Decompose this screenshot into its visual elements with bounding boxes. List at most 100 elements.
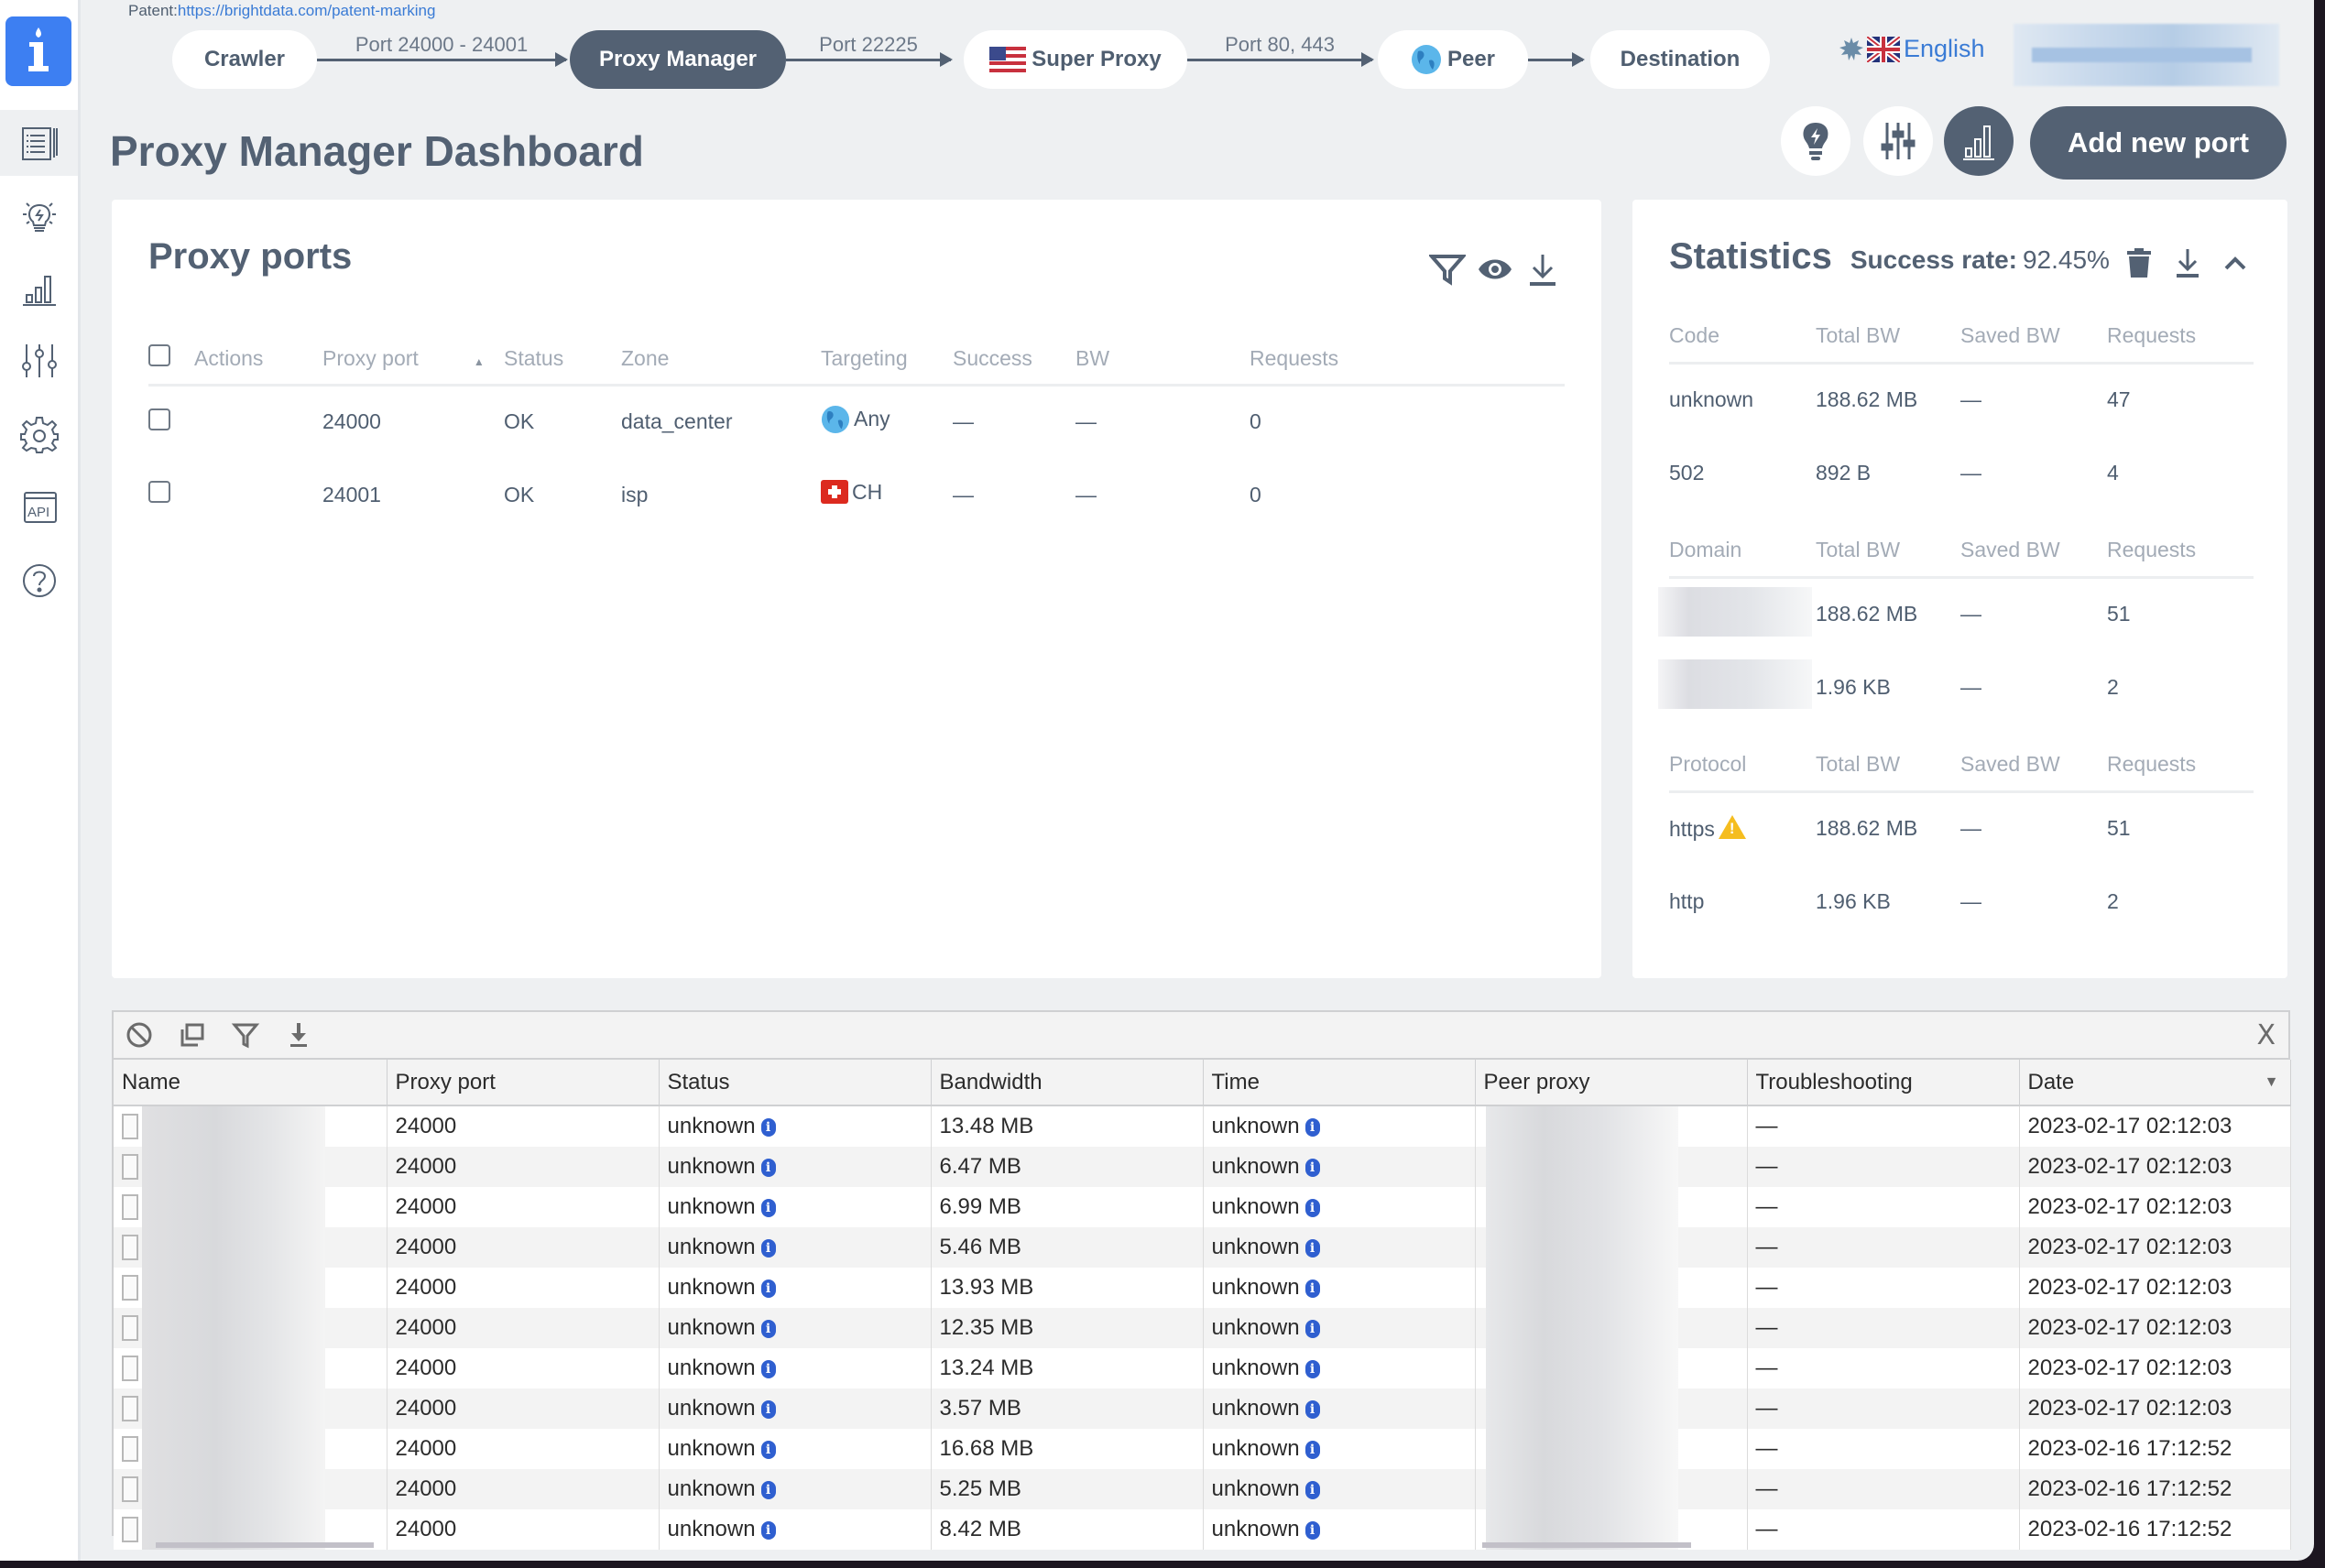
account-info-redacted[interactable]	[2014, 24, 2279, 86]
redacted-peer	[1485, 1469, 1678, 1509]
tips-button[interactable]	[1781, 106, 1850, 176]
cell-requests: 0	[1250, 482, 1261, 506]
redacted-peer	[1485, 1429, 1678, 1469]
info-icon[interactable]: i	[1304, 1199, 1320, 1217]
clear-icon[interactable]	[125, 1020, 154, 1050]
info-icon[interactable]: i	[1304, 1239, 1320, 1258]
info-icon[interactable]: i	[760, 1320, 776, 1338]
table-row[interactable]: 24000 OK data_center Any — — 0	[148, 385, 1565, 458]
table-row[interactable]: 24000 unknown i 5.25 MB unknown i —2023-02-16 …	[114, 1469, 2291, 1509]
row-actions[interactable]	[194, 385, 322, 458]
cell-troubleshooting: —	[1747, 1147, 2020, 1187]
config-button[interactable]	[1863, 106, 1933, 176]
cell-bandwidth: 13.24 MB	[931, 1348, 1204, 1388]
table-row[interactable]: 188.62 MB — 51	[1658, 577, 2254, 650]
table-row[interactable]: 24000 unknown i 13.93 MB unknown i —2023-02-17…	[114, 1268, 2291, 1308]
table-row[interactable]: 24000 unknown i 6.99 MB unknown i —2023-02-17 …	[114, 1187, 2291, 1227]
cell-time: unknown i	[1203, 1268, 1476, 1308]
info-icon[interactable]: i	[760, 1400, 776, 1419]
document-icon	[122, 1235, 138, 1260]
column-header-peer-proxy[interactable]: Peer proxy	[1475, 1060, 1748, 1106]
patent-link[interactable]: https://brightdata.com/patent-marking	[178, 2, 436, 19]
download-icon[interactable]	[1524, 251, 1561, 288]
info-icon[interactable]: i	[1304, 1441, 1320, 1459]
cell-bw: —	[1075, 482, 1097, 506]
trash-icon[interactable]	[2125, 247, 2153, 278]
info-icon[interactable]: i	[1304, 1521, 1320, 1540]
column-header-proxy-port[interactable]: Proxy port	[387, 1060, 660, 1106]
info-icon[interactable]: i	[760, 1481, 776, 1499]
download-icon[interactable]	[284, 1020, 313, 1050]
table-header-row: Code Total BW Saved BW Requests	[1669, 310, 2254, 365]
add-new-port-button[interactable]: Add new port	[2030, 106, 2287, 180]
warning-icon[interactable]	[1718, 815, 1746, 840]
table-row[interactable]: unknown 188.62 MB — 47	[1669, 363, 2254, 436]
info-icon[interactable]: i	[1304, 1159, 1320, 1177]
info-icon[interactable]: i	[1304, 1360, 1320, 1378]
column-header-name[interactable]: Name	[114, 1060, 388, 1106]
info-icon[interactable]: i	[760, 1521, 776, 1540]
table-row[interactable]: 24000 unknown i 13.48 MB unknown i —2023-02-17…	[114, 1105, 2291, 1147]
eye-icon[interactable]	[1477, 251, 1513, 288]
cell-proxy-port: 24000	[387, 1509, 660, 1550]
filter-icon[interactable]	[231, 1020, 260, 1050]
redacted-name	[142, 1469, 325, 1509]
table-row[interactable]: 24001 OK isp CH — — 0	[148, 458, 1565, 531]
column-header-time[interactable]: Time	[1203, 1060, 1476, 1106]
column-header-bandwidth[interactable]: Bandwidth	[931, 1060, 1204, 1106]
info-icon[interactable]: i	[1304, 1279, 1320, 1298]
preserve-log-icon[interactable]	[178, 1020, 207, 1050]
row-checkbox[interactable]	[148, 408, 170, 430]
info-icon[interactable]: i	[760, 1279, 776, 1298]
close-logs-button[interactable]: X	[2256, 1019, 2276, 1051]
table-row[interactable]: https 188.62 MB — 51	[1669, 791, 2254, 865]
sidebar-item-help[interactable]	[0, 548, 78, 614]
row-actions[interactable]	[194, 458, 322, 531]
download-icon[interactable]	[2173, 247, 2202, 278]
sidebar-item-config[interactable]	[0, 328, 78, 394]
info-icon[interactable]: i	[760, 1239, 776, 1258]
table-row[interactable]: 1.96 KB — 2	[1658, 650, 2254, 724]
statistics-button[interactable]	[1944, 106, 2014, 176]
app-logo[interactable]	[5, 16, 71, 86]
table-row[interactable]: 24000 unknown i 13.24 MB unknown i —2023-02-17…	[114, 1348, 2291, 1388]
table-row[interactable]: 24000 unknown i 12.35 MB unknown i —2023-02-17…	[114, 1308, 2291, 1348]
info-icon[interactable]: i	[760, 1118, 776, 1137]
info-icon[interactable]: i	[760, 1360, 776, 1378]
table-row[interactable]: http 1.96 KB — 2	[1669, 865, 2254, 938]
cell-date: 2023-02-17 02:12:03	[2019, 1147, 2291, 1187]
select-all-checkbox[interactable]	[148, 344, 170, 367]
info-icon[interactable]: i	[760, 1199, 776, 1217]
sidebar-item-settings[interactable]	[0, 401, 78, 467]
table-header-row: Name Proxy port Status Bandwidth Time Pe…	[114, 1060, 2291, 1106]
info-icon[interactable]: i	[760, 1441, 776, 1459]
sidebar-item-logs[interactable]	[0, 110, 78, 176]
table-row[interactable]: 24000 unknown i 6.47 MB unknown i —2023-02-17 …	[114, 1147, 2291, 1187]
cell-name	[114, 1348, 388, 1388]
table-row[interactable]: 24000 unknown i 8.42 MB unknown i —2023-02-16 …	[114, 1509, 2291, 1550]
name-column-scrollbar[interactable]	[156, 1542, 374, 1548]
column-header-troubleshooting[interactable]: Troubleshooting	[1747, 1060, 2020, 1106]
redacted-name	[142, 1227, 325, 1268]
info-icon[interactable]: i	[1304, 1400, 1320, 1419]
language-selector[interactable]: English	[1839, 35, 1985, 63]
info-icon[interactable]: i	[760, 1159, 776, 1177]
table-row[interactable]: 502 892 B — 4	[1669, 436, 2254, 509]
chevron-up-icon[interactable]	[2222, 252, 2248, 274]
sidebar-item-api[interactable]: API	[0, 474, 78, 540]
peer-column-scrollbar[interactable]	[1482, 1542, 1691, 1548]
column-header-status[interactable]: Status	[659, 1060, 932, 1106]
table-row[interactable]: 24000 unknown i 3.57 MB unknown i —2023-02-17 …	[114, 1388, 2291, 1429]
info-icon[interactable]: i	[1304, 1481, 1320, 1499]
sidebar-item-stats[interactable]	[0, 255, 78, 321]
table-row[interactable]: 24000 unknown i 16.68 MB unknown i —2023-02-16…	[114, 1429, 2291, 1469]
column-header-date[interactable]: Date ▼	[2019, 1060, 2291, 1106]
table-row[interactable]: 24000 unknown i 5.46 MB unknown i —2023-02-17 …	[114, 1227, 2291, 1268]
filter-icon[interactable]	[1429, 251, 1466, 288]
row-checkbox[interactable]	[148, 481, 170, 503]
column-header-proxy-port[interactable]: Proxy port ▲	[322, 317, 504, 387]
sidebar-item-tips[interactable]	[0, 181, 78, 247]
info-icon[interactable]: i	[1304, 1118, 1320, 1137]
info-icon[interactable]: i	[1304, 1320, 1320, 1338]
cell-bw: —	[1075, 409, 1097, 434]
